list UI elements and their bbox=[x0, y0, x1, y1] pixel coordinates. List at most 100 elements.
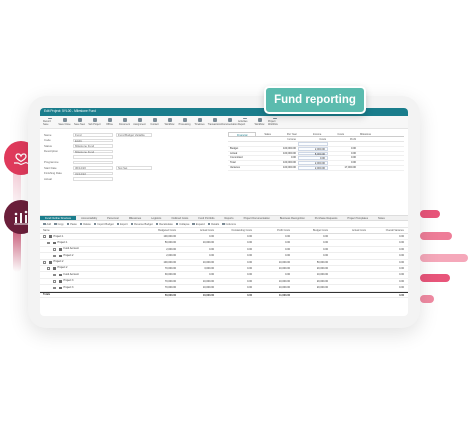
grid-column-header: Name bbox=[43, 228, 50, 232]
financial-costs[interactable]: 2,000.00 bbox=[298, 146, 328, 151]
ribbon-label: Processing bbox=[178, 123, 191, 126]
lower-tab[interactable]: Fund Outline Structure bbox=[40, 216, 77, 220]
financial-income: 100,000.00 bbox=[283, 151, 296, 155]
toolbar-button[interactable]: Expand bbox=[192, 223, 205, 226]
form-field[interactable]: 31/12/22 bbox=[73, 171, 113, 175]
grid-value: 0.00 bbox=[399, 247, 404, 251]
financial-costs[interactable]: 2,000.00 bbox=[298, 165, 328, 170]
expand-toggle-icon[interactable] bbox=[43, 261, 46, 264]
toolbar-button[interactable]: Details bbox=[207, 223, 219, 226]
grid-value: 10,000.00 bbox=[202, 286, 214, 290]
decor-stripe bbox=[420, 295, 434, 303]
financial-tab[interactable]: Per Year bbox=[279, 132, 305, 136]
ribbon-button[interactable]: Save New bbox=[73, 118, 86, 126]
grid-column-header: Actual Costs bbox=[351, 229, 366, 232]
grid-toolbar: Add Copy Paste Delete Import Budget Export Rev… bbox=[40, 221, 408, 228]
ribbon-button[interactable]: Workflow bbox=[163, 118, 176, 126]
ribbon-button[interactable]: Processing bbox=[178, 118, 191, 126]
ribbon-button[interactable]: Offline bbox=[103, 118, 116, 126]
expand-toggle-icon[interactable] bbox=[47, 241, 50, 245]
toolbar-button[interactable]: Paste bbox=[66, 223, 77, 226]
toolbar-button[interactable]: Copy bbox=[54, 223, 64, 226]
table-row[interactable]: Totals 50,000.00 10,000.00 0.00 11,000.00 0.0… bbox=[40, 291, 408, 298]
ribbon-button[interactable]: Save Close bbox=[58, 118, 71, 126]
toolbar-button[interactable]: Reverse Budget bbox=[130, 223, 153, 226]
form-field[interactable] bbox=[73, 160, 113, 164]
lower-tab[interactable]: Milestones bbox=[124, 216, 146, 220]
ribbon-button[interactable]: Record Save bbox=[43, 118, 56, 126]
ribbon-button[interactable]: Assignment bbox=[133, 118, 146, 126]
ribbon-button[interactable]: Project Workflow bbox=[268, 118, 281, 126]
grid-value: 0.00 bbox=[247, 273, 252, 277]
grid-value: 0.00 bbox=[399, 273, 404, 277]
ribbon-button[interactable]: Timelines bbox=[193, 118, 206, 126]
form-field-secondary[interactable]: Fund Budget Variable bbox=[116, 133, 152, 137]
grid-value: 0.00 bbox=[247, 293, 252, 297]
toolbar-button[interactable]: Recalculate bbox=[155, 223, 173, 226]
form-field[interactable]: 30/12/20 bbox=[73, 166, 113, 170]
expand-toggle-icon[interactable] bbox=[53, 273, 56, 277]
lower-tab[interactable]: Project Templates bbox=[342, 216, 373, 220]
financial-tab[interactable]: Milestone bbox=[352, 132, 379, 136]
lower-tab[interactable]: Business Recognition bbox=[275, 216, 310, 220]
expand-toggle-icon[interactable] bbox=[53, 286, 56, 290]
decor-stripe bbox=[420, 210, 440, 218]
form-field[interactable]: Fund bbox=[73, 133, 113, 137]
ribbon-button[interactable]: Sub Project bbox=[88, 118, 101, 126]
grid-name-cell: Fund Account bbox=[43, 247, 141, 252]
ribbon-button[interactable]: Workflow bbox=[253, 118, 266, 126]
financial-costs[interactable]: 0.00 bbox=[298, 156, 328, 160]
lower-tab[interactable]: Personnel bbox=[102, 216, 124, 220]
financial-costs[interactable] bbox=[298, 142, 328, 146]
toolbar-button[interactable]: Export bbox=[116, 223, 128, 226]
expand-toggle-icon[interactable] bbox=[53, 280, 56, 283]
grid-body: Project 1 100,000.00 0.00 0.00 0.00 0.00 0.00 P… bbox=[40, 234, 408, 298]
expand-toggle-icon[interactable] bbox=[53, 248, 56, 251]
lower-tab[interactable]: Fund Portfolio bbox=[193, 216, 219, 220]
lower-tab[interactable]: Reports bbox=[219, 216, 238, 220]
lower-tab[interactable]: Accountability bbox=[76, 216, 102, 220]
toolbar-button[interactable]: Columns bbox=[222, 223, 236, 226]
ribbon-button[interactable]: Transactions bbox=[208, 118, 221, 126]
ribbon-button[interactable]: Activities Report bbox=[238, 118, 251, 126]
form-field-secondary[interactable]: Not Set bbox=[116, 166, 152, 170]
toolbar-button[interactable]: Delete bbox=[79, 222, 91, 226]
expand-toggle-icon[interactable] bbox=[47, 267, 50, 270]
form-label: Description bbox=[44, 149, 58, 154]
toolbar-label: Delete bbox=[83, 222, 91, 226]
form-field[interactable]: Milestone Fund bbox=[73, 149, 113, 153]
financial-tab[interactable]: Income bbox=[305, 132, 330, 136]
form-field[interactable]: EA01 bbox=[73, 138, 113, 142]
toolbar-button[interactable]: Collapse bbox=[175, 223, 189, 226]
ribbon-button[interactable]: Documentation bbox=[221, 118, 238, 126]
financial-tab[interactable]: Sales bbox=[256, 132, 279, 136]
ribbon-button[interactable]: Contact bbox=[148, 118, 161, 126]
lower-tab[interactable]: Purchase Requests bbox=[310, 216, 343, 220]
financial-costs[interactable]: 8,000.00 bbox=[298, 151, 328, 156]
lower-tab[interactable]: Logistics bbox=[146, 216, 166, 220]
grid-name-cell: Project 1 bbox=[43, 240, 141, 245]
toolbar-label: Import Budget bbox=[97, 222, 114, 226]
grid-value: 10,000.00 bbox=[278, 286, 290, 290]
grid-value: 20,000.00 bbox=[316, 286, 328, 290]
toolbar-button[interactable]: Add bbox=[43, 223, 51, 226]
financial-column-header bbox=[228, 137, 268, 141]
expand-toggle-icon[interactable] bbox=[53, 254, 56, 258]
financial-tab[interactable]: Costs bbox=[329, 132, 352, 136]
financial-costs[interactable]: 2,000.00 bbox=[298, 161, 328, 165]
lower-tab[interactable]: Project Documentation bbox=[239, 216, 275, 220]
form-field[interactable]: Milestone Fund bbox=[73, 144, 113, 148]
ribbon-label: Workflow bbox=[164, 123, 175, 126]
ribbon-icon bbox=[122, 118, 127, 122]
toolbar-label: Add bbox=[46, 222, 52, 226]
form-field[interactable] bbox=[73, 177, 113, 181]
expand-toggle-icon[interactable] bbox=[43, 235, 46, 238]
lower-tab[interactable]: Outlined Costs bbox=[166, 216, 193, 220]
lower-tab[interactable]: Notes bbox=[373, 216, 390, 220]
toolbar-button[interactable]: Import Budget bbox=[93, 222, 114, 226]
financial-tab[interactable]: Financial bbox=[228, 132, 257, 137]
form-field[interactable] bbox=[73, 155, 113, 159]
folder-icon bbox=[58, 280, 62, 283]
grid-value: 100,000.00 bbox=[163, 260, 176, 264]
ribbon-button[interactable]: Document bbox=[118, 118, 131, 126]
